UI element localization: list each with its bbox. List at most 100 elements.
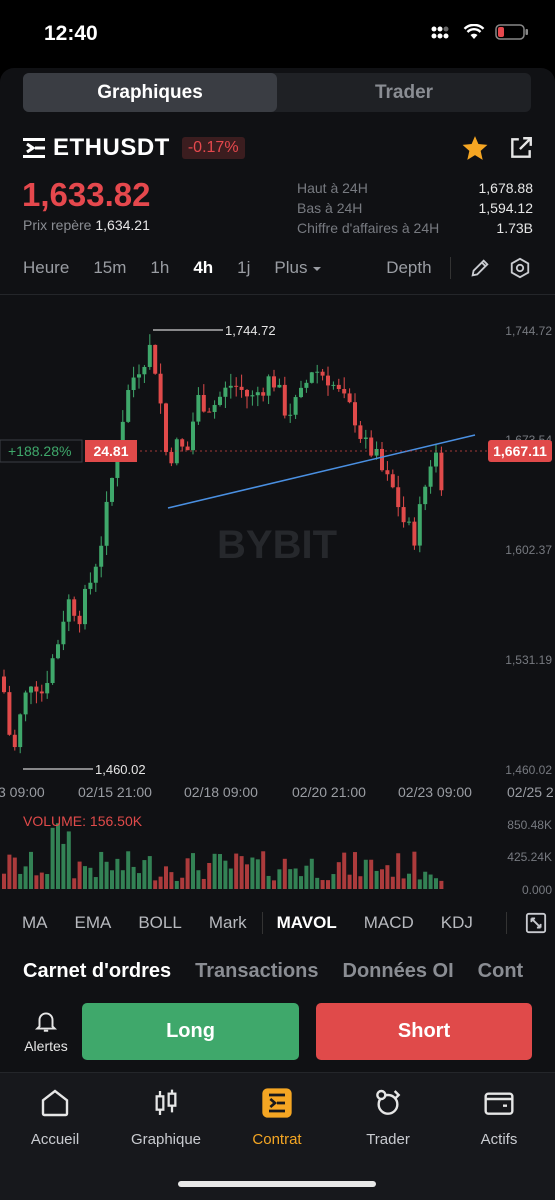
volume-bar [212,853,217,889]
volume-bar [261,851,266,889]
volume-bar [277,869,282,889]
pair-header[interactable]: ETHUSDT -0.17% [23,134,245,162]
candle-body [2,676,6,693]
tf-more[interactable]: Plus [274,258,322,278]
volume-bar [412,851,417,889]
tab-cont[interactable]: Cont [478,960,524,990]
candle-body [45,683,50,694]
fullscreen-icon[interactable] [525,912,547,934]
ind-boll[interactable]: BOLL [138,913,181,933]
ind-kdj[interactable]: KDJ [441,913,473,933]
candle-body [83,588,87,625]
ind-mark[interactable]: Mark [209,913,247,933]
ind-macd[interactable]: MACD [364,913,414,933]
volume-bar [120,870,125,889]
ind-mavol[interactable]: MAVOL [277,913,337,933]
view-segmented-control: Graphiques Trader [23,73,531,112]
long-button[interactable]: Long [82,1003,299,1060]
x-tick: 02/25 2 [507,784,554,800]
tab-order-book[interactable]: Carnet d'ordres [23,960,171,990]
volume-bar [93,877,98,889]
tf-heure[interactable]: Heure [23,258,69,278]
x-tick: 02/20 21:00 [292,784,366,800]
volume-bar [439,880,444,889]
depth-button[interactable]: Depth [386,258,431,278]
tf-15m[interactable]: 15m [93,258,126,278]
candle-body [153,344,158,374]
status-time: 12:40 [44,22,98,45]
candle-body [50,658,55,684]
volume-bar [66,831,71,889]
volume-bar [39,872,44,889]
candle-body [137,374,141,378]
candle-body [336,384,341,390]
candle-body [104,501,109,546]
candle-body [407,521,411,523]
nav-graphique[interactable]: Graphique [116,1085,216,1148]
nav-accueil[interactable]: Accueil [5,1085,105,1148]
volume-bar [434,878,438,889]
tab-oi-data[interactable]: Données OI [343,960,454,990]
candle-body [131,377,136,391]
nav-label: Contrat [252,1131,302,1148]
candle-body [18,714,23,748]
home-icon [41,1089,69,1117]
volume-bar [407,873,411,889]
stat-label: Bas à 24H [297,200,363,216]
favorite-star-icon[interactable] [461,135,489,161]
nav-label: Actifs [480,1131,518,1148]
volume-bar [104,861,109,889]
volume-bar [137,873,141,889]
segment-graphiques[interactable]: Graphiques [23,73,277,112]
candle-body [34,686,39,692]
volume-bar [164,866,168,889]
volume-bar [131,866,136,889]
tf-1h[interactable]: 1h [150,258,169,278]
volume-bar [245,864,249,889]
volume-bar [153,880,158,889]
trader-icon [376,1089,401,1115]
stat-value: 1.73B [496,220,533,236]
candle-body [142,366,147,375]
status-icons [431,24,529,40]
tf-1j[interactable]: 1j [237,258,250,278]
candle-body [369,437,374,456]
home-indicator [178,1181,376,1187]
candlestick-chart[interactable]: BYBIT 1,744.72 1,460.02 1,744.72 1,673.5… [0,300,555,900]
ind-ma[interactable]: MA [22,913,48,933]
last-price: 1,633.82 [22,176,151,213]
short-button[interactable]: Short [316,1003,532,1060]
candle-body [423,486,428,505]
volume-bar [401,878,406,889]
volume-bar [77,861,82,889]
candle-body [320,371,325,376]
candle-body [288,414,293,416]
divider [505,912,507,934]
volume-bar [369,859,374,889]
candle-body [266,376,271,396]
volume-bar [353,852,357,889]
pencil-draw-icon[interactable] [469,257,491,279]
tf-4h[interactable]: 4h [193,258,213,278]
nav-actifs[interactable]: Actifs [449,1085,549,1148]
tab-transactions[interactable]: Transactions [195,960,318,990]
contract-icon [262,1088,292,1118]
nav-trader[interactable]: Trader [338,1085,438,1148]
settings-hex-icon[interactable] [509,257,531,279]
share-external-icon[interactable] [508,135,534,161]
price-change-badge: -0.17% [181,137,245,159]
vol-tick: 850.48K [507,818,552,832]
nav-contrat[interactable]: Contrat [227,1085,327,1148]
candlestick-icon [155,1089,177,1115]
candle-body [342,389,347,394]
alerts-button[interactable]: Alertes [20,1008,72,1054]
candle-body [169,451,174,464]
ind-ema[interactable]: EMA [75,913,112,933]
timeframe-bar: Heure 15m 1h 4h 1j Plus Depth [0,250,555,286]
tf-more-label: Plus [274,258,308,277]
segment-trader[interactable]: Trader [277,73,531,112]
candle-body [250,395,255,397]
candle-body [201,394,206,412]
stat-high-24h: Haut à 24H 1,678.88 [297,178,533,198]
volume-bar [374,870,379,889]
